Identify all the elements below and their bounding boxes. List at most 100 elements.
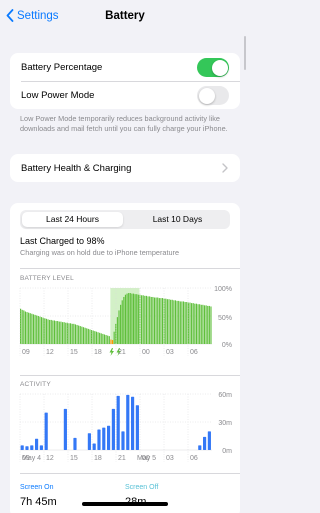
battery-bar: [126, 293, 128, 344]
navigation-bar: Settings Battery: [0, 0, 250, 36]
low-power-mode-toggle[interactable]: [197, 86, 229, 105]
battery-bar: [26, 312, 28, 344]
battery-bar: [49, 319, 51, 344]
time-range-segmented-control: Last 24 Hours Last 10 Days: [20, 210, 230, 229]
battery-bar: [94, 331, 96, 344]
battery-bar: [203, 305, 206, 344]
battery-bar: [120, 304, 122, 344]
tab-last-24-hours[interactable]: Last 24 Hours: [22, 212, 123, 227]
battery-bar: [157, 297, 159, 344]
battery-bar: [210, 306, 212, 344]
battery-bar: [40, 317, 43, 344]
battery-bar: [147, 296, 149, 344]
battery-bar: [173, 300, 175, 344]
x-tick-label: 21: [118, 349, 126, 356]
battery-bar: [107, 335, 109, 344]
activity-chart: 60m 30m 0m 09 12 15 18 21 00 03 06 May 4 May 5: [19, 392, 232, 462]
last-charged-text: Last Charged to 98%: [20, 236, 105, 246]
screen-off-label: Screen Off: [125, 484, 159, 491]
battery-bar: [192, 303, 194, 344]
x-tick-label: 09: [22, 349, 30, 356]
activity-bar: [107, 425, 111, 450]
battery-bar: [153, 297, 156, 344]
battery-bar: [155, 297, 157, 344]
battery-percentage-label: Battery Percentage: [21, 61, 103, 73]
battery-bar: [29, 313, 31, 344]
battery-bar: [131, 293, 133, 344]
battery-bar: [61, 322, 64, 344]
divider: [20, 375, 240, 376]
battery-bar: [118, 310, 120, 344]
activity-bar: [20, 445, 24, 450]
battery-bar: [110, 339, 112, 344]
battery-bar: [170, 299, 172, 344]
activity-bar: [44, 412, 48, 450]
activity-bar: [63, 408, 67, 450]
battery-bar: [121, 300, 123, 344]
battery-bar: [68, 323, 70, 344]
chevron-right-icon: [222, 163, 228, 173]
activity-bar: [30, 445, 34, 450]
battery-bar: [208, 305, 210, 344]
battery-options-group: Battery Percentage Low Power Mode: [10, 53, 240, 109]
battery-percentage-toggle[interactable]: [197, 58, 229, 77]
battery-bar: [176, 300, 178, 344]
activity-bar: [39, 445, 43, 450]
battery-bar: [108, 336, 110, 344]
battery-bar: [202, 304, 204, 344]
battery-bar: [45, 318, 47, 344]
x-tick-label: 12: [46, 455, 54, 462]
battery-bar: [200, 304, 202, 344]
battery-bar: [123, 296, 125, 344]
battery-bar: [186, 302, 188, 344]
battery-health-row[interactable]: Battery Health & Charging: [10, 154, 240, 182]
battery-bar: [86, 328, 88, 344]
battery-health-label: Battery Health & Charging: [21, 162, 132, 174]
battery-bar: [37, 316, 39, 344]
low-power-footnote: Low Power Mode temporarily reduces backg…: [20, 114, 228, 133]
battery-bar: [65, 322, 67, 344]
battery-percentage-row: Battery Percentage: [10, 53, 240, 81]
battery-bar: [24, 311, 26, 344]
battery-bar: [23, 310, 25, 344]
battery-bar: [42, 317, 44, 344]
tab-last-10-days[interactable]: Last 10 Days: [127, 212, 228, 227]
battery-bar: [116, 317, 118, 344]
battery-bar: [158, 298, 160, 344]
activity-bar: [116, 395, 120, 450]
activity-bar: [92, 443, 96, 450]
battery-bar: [199, 304, 201, 344]
toggle-knob: [198, 87, 215, 104]
battery-bar: [34, 314, 36, 344]
battery-bar: [136, 294, 138, 344]
battery-bar: [195, 303, 198, 344]
battery-bar: [129, 293, 131, 344]
battery-bar: [21, 309, 23, 344]
activity-bar: [198, 445, 202, 450]
x-tick-label: 03: [166, 455, 174, 462]
battery-bar: [55, 321, 57, 344]
battery-bar: [171, 299, 173, 344]
x-tick-label: 06: [190, 349, 198, 356]
date-label: May 5: [137, 455, 156, 462]
home-indicator: [82, 502, 168, 506]
battery-bar: [160, 298, 162, 344]
battery-bar: [111, 340, 114, 344]
x-tick-label: 03: [166, 349, 174, 356]
battery-bar: [60, 321, 62, 344]
activity-bar: [121, 431, 125, 450]
battery-bar: [50, 319, 52, 344]
battery-bar: [165, 298, 167, 344]
battery-bar: [134, 294, 136, 344]
activity-bar: [111, 408, 115, 450]
battery-health-group: Battery Health & Charging: [10, 154, 240, 182]
battery-bar: [102, 333, 104, 344]
battery-bar: [71, 323, 73, 344]
battery-bar: [168, 299, 170, 344]
battery-bar: [174, 300, 177, 344]
battery-bar: [139, 294, 141, 344]
battery-bar: [105, 335, 107, 344]
battery-bar: [132, 293, 135, 344]
battery-bar: [178, 300, 180, 344]
battery-bar: [92, 330, 94, 344]
